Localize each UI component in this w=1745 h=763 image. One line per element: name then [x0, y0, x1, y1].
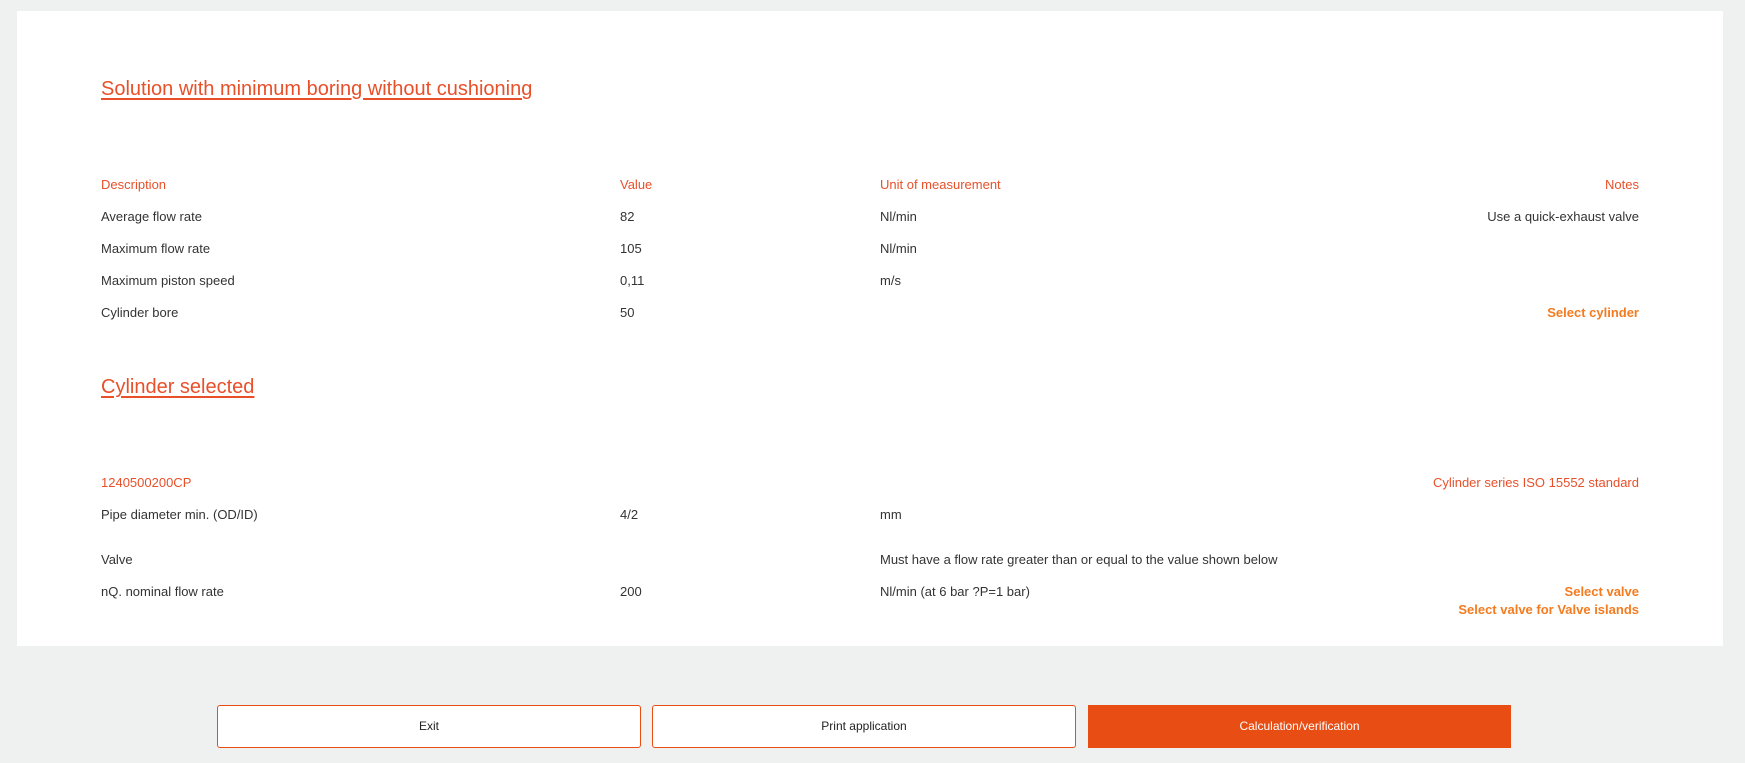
exit-button[interactable]: Exit — [217, 705, 641, 748]
row-value: 0,11 — [620, 273, 645, 288]
row-description: Maximum flow rate — [101, 241, 211, 256]
row-note: Use a quick-exhaust valve — [1487, 209, 1639, 224]
pipe-value: 4/2 — [620, 507, 639, 522]
row-value: 50 — [620, 305, 635, 320]
cylinder-selected-title-link[interactable]: Cylinder selected — [101, 375, 254, 399]
valve-note: Must have a flow rate greater than or eq… — [880, 552, 1278, 567]
cylinder-series: Cylinder series ISO 15552 standard — [1433, 475, 1639, 490]
row-unit: Nl/min — [880, 241, 917, 256]
header-description: Description — [101, 177, 167, 192]
calculation-verification-button[interactable]: Calculation/verification — [1088, 705, 1511, 748]
row-value: 105 — [620, 241, 642, 256]
row-description: Cylinder bore — [101, 305, 179, 320]
row-unit: m/s — [880, 273, 901, 288]
row-value: 82 — [620, 209, 635, 224]
pipe-unit: mm — [880, 507, 902, 522]
nominal-flow-unit: Nl/min (at 6 bar ?P=1 bar) — [880, 584, 1030, 599]
cylinder-part-number: 1240500200CP — [101, 475, 192, 490]
nominal-flow-value: 200 — [620, 584, 642, 599]
results-card — [17, 11, 1723, 646]
select-valve-link[interactable]: Select valve — [1565, 583, 1639, 601]
select-cylinder-link[interactable]: Select cylinder — [1547, 304, 1639, 322]
pipe-description: Pipe diameter min. (OD/ID) — [101, 507, 258, 522]
solution-title-link[interactable]: Solution with minimum boring without cus… — [101, 77, 532, 101]
valve-label: Valve — [101, 552, 133, 567]
print-application-button[interactable]: Print application — [652, 705, 1076, 748]
header-notes: Notes — [1605, 177, 1639, 192]
row-unit: Nl/min — [880, 209, 917, 224]
row-description: Average flow rate — [101, 209, 202, 224]
row-description: Maximum piston speed — [101, 273, 235, 288]
header-unit: Unit of measurement — [880, 177, 1001, 192]
nominal-flow-description: nQ. nominal flow rate — [101, 584, 224, 599]
header-value: Value — [620, 177, 653, 192]
select-valve-islands-link[interactable]: Select valve for Valve islands — [1458, 601, 1639, 619]
